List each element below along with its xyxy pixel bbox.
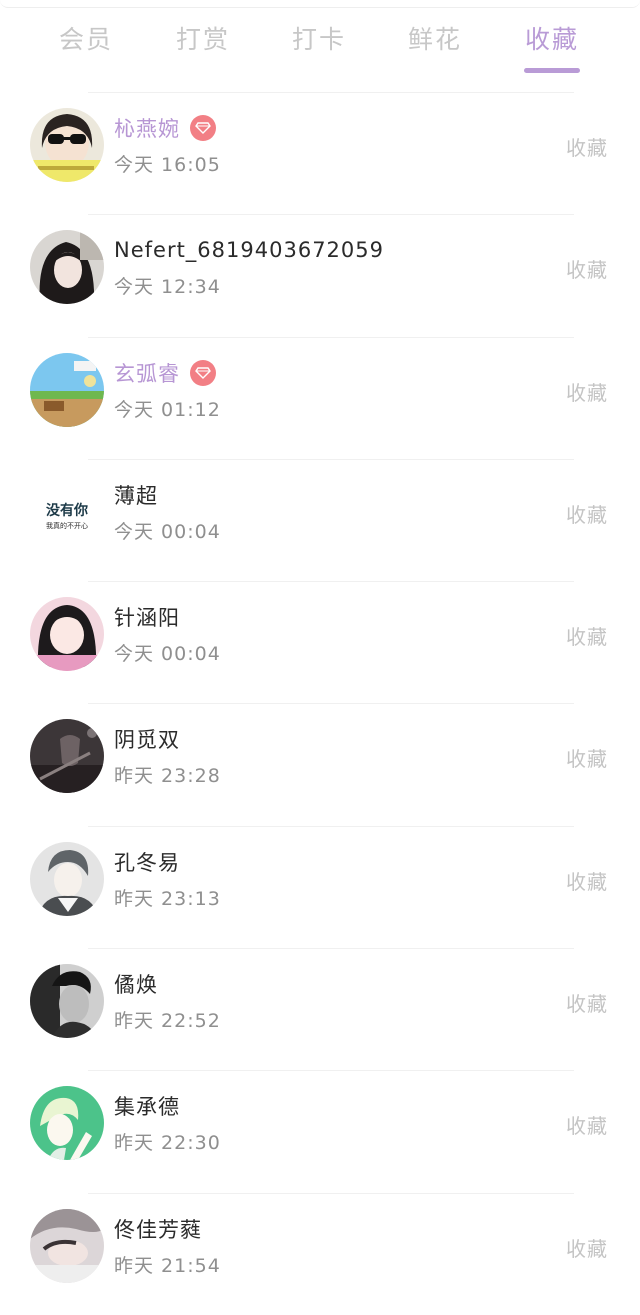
avatar[interactable] (30, 597, 104, 672)
name-line: 阴觅双 (114, 723, 180, 755)
user-name[interactable]: 孔冬易 (114, 847, 180, 877)
name-line: Nefert_6819403672059 (114, 234, 384, 266)
name-line: 杺燕婉 (114, 112, 216, 144)
name-line: 薄超 (114, 479, 158, 511)
user-name[interactable]: 针涵阳 (114, 602, 180, 632)
avatar[interactable] (30, 230, 104, 305)
avatar[interactable] (30, 1086, 104, 1161)
avatar[interactable]: 没有你 我真的不开心 (30, 474, 104, 549)
avatar[interactable] (30, 841, 104, 916)
divider (88, 336, 574, 338)
divider (88, 1070, 574, 1072)
divider (88, 92, 574, 93)
timestamp: 今天 00:04 (114, 520, 221, 543)
list-item[interactable]: 针涵阳 今天 00:04 收藏 (0, 581, 640, 703)
timestamp: 今天 01:12 (114, 398, 221, 421)
divider (88, 703, 574, 705)
divider (88, 214, 574, 216)
avatar[interactable] (30, 719, 104, 794)
tab-flowers[interactable]: 鲜花 (377, 20, 493, 56)
name-line: 佟佳芳蕤 (114, 1213, 202, 1245)
user-name[interactable]: Nefert_6819403672059 (114, 238, 384, 262)
avatar[interactable] (30, 964, 104, 1039)
tab-checkin[interactable]: 打卡 (261, 20, 377, 56)
avatar[interactable] (30, 352, 104, 427)
timestamp: 昨天 21:54 (114, 1254, 221, 1277)
user-name[interactable]: 玄弧睿 (114, 358, 180, 388)
tab-favorites[interactable]: 收藏 (494, 20, 610, 56)
name-line: 针涵阳 (114, 601, 180, 633)
diamond-icon (190, 115, 216, 141)
name-line: 玄弧睿 (114, 357, 216, 389)
name-line: 孔冬易 (114, 846, 180, 878)
timestamp: 今天 12:34 (114, 276, 221, 299)
avatar-text-main: 没有你 (46, 502, 88, 519)
list-item[interactable]: 佟佳芳蕤 昨天 21:54 收藏 (0, 1192, 640, 1315)
divider (88, 458, 574, 460)
timestamp: 昨天 23:28 (114, 765, 221, 788)
user-name[interactable]: 阴觅双 (114, 724, 180, 754)
user-name[interactable]: 佟佳芳蕤 (114, 1214, 202, 1244)
timestamp: 昨天 22:30 (114, 1132, 221, 1155)
favorite-button[interactable]: 收藏 (566, 377, 608, 406)
favorite-button[interactable]: 收藏 (566, 1110, 608, 1139)
name-line: 集承德 (114, 1090, 180, 1122)
name-line: 僪焕 (114, 968, 158, 1000)
divider (88, 581, 574, 583)
favorite-button[interactable]: 收藏 (566, 866, 608, 895)
avatar[interactable] (30, 1208, 104, 1283)
list-item[interactable]: 僪焕 昨天 22:52 收藏 (0, 948, 640, 1070)
favorite-button[interactable]: 收藏 (566, 621, 608, 650)
divider (88, 825, 574, 827)
timestamp: 今天 16:05 (114, 154, 221, 176)
diamond-icon (190, 359, 216, 386)
avatar[interactable] (30, 108, 104, 182)
active-tab-indicator (524, 68, 580, 73)
list-item[interactable]: Nefert_6819403672059 今天 12:34 收藏 (0, 214, 640, 336)
timestamp: 昨天 23:13 (114, 887, 221, 910)
divider (88, 1192, 574, 1194)
list-item[interactable]: 玄弧睿 今天 01:12 收藏 (0, 336, 640, 459)
tab-member[interactable]: 会员 (28, 20, 144, 56)
user-name[interactable]: 僪焕 (114, 969, 158, 999)
list-item[interactable]: 集承德 昨天 22:30 收藏 (0, 1070, 640, 1192)
favorite-button[interactable]: 收藏 (566, 499, 608, 528)
list-item[interactable]: 阴觅双 昨天 23:28 收藏 (0, 703, 640, 825)
favorites-list: 杺燕婉 今天 16:05 收藏 Nefert_6819403672059 今天 … (0, 92, 640, 1315)
favorite-button[interactable]: 收藏 (566, 1233, 608, 1262)
user-name[interactable]: 薄超 (114, 480, 158, 510)
favorite-button[interactable]: 收藏 (566, 743, 608, 772)
timestamp: 昨天 22:52 (114, 1010, 221, 1033)
tab-reward[interactable]: 打赏 (145, 20, 261, 56)
avatar-text-sub: 我真的不开心 (46, 521, 88, 530)
favorite-button[interactable]: 收藏 (566, 988, 608, 1017)
list-item[interactable]: 没有你 我真的不开心 薄超 今天 00:04 收藏 (0, 458, 640, 581)
list-item[interactable]: 杺燕婉 今天 16:05 收藏 (0, 92, 640, 214)
user-name[interactable]: 集承德 (114, 1091, 180, 1121)
list-item[interactable]: 孔冬易 昨天 23:13 收藏 (0, 825, 640, 948)
tab-bar: 会员 打赏 打卡 鲜花 收藏 (0, 0, 640, 92)
timestamp: 今天 00:04 (114, 643, 221, 666)
user-name[interactable]: 杺燕婉 (114, 113, 180, 143)
divider (88, 948, 574, 950)
favorite-button[interactable]: 收藏 (566, 132, 608, 161)
favorite-button[interactable]: 收藏 (566, 254, 608, 283)
